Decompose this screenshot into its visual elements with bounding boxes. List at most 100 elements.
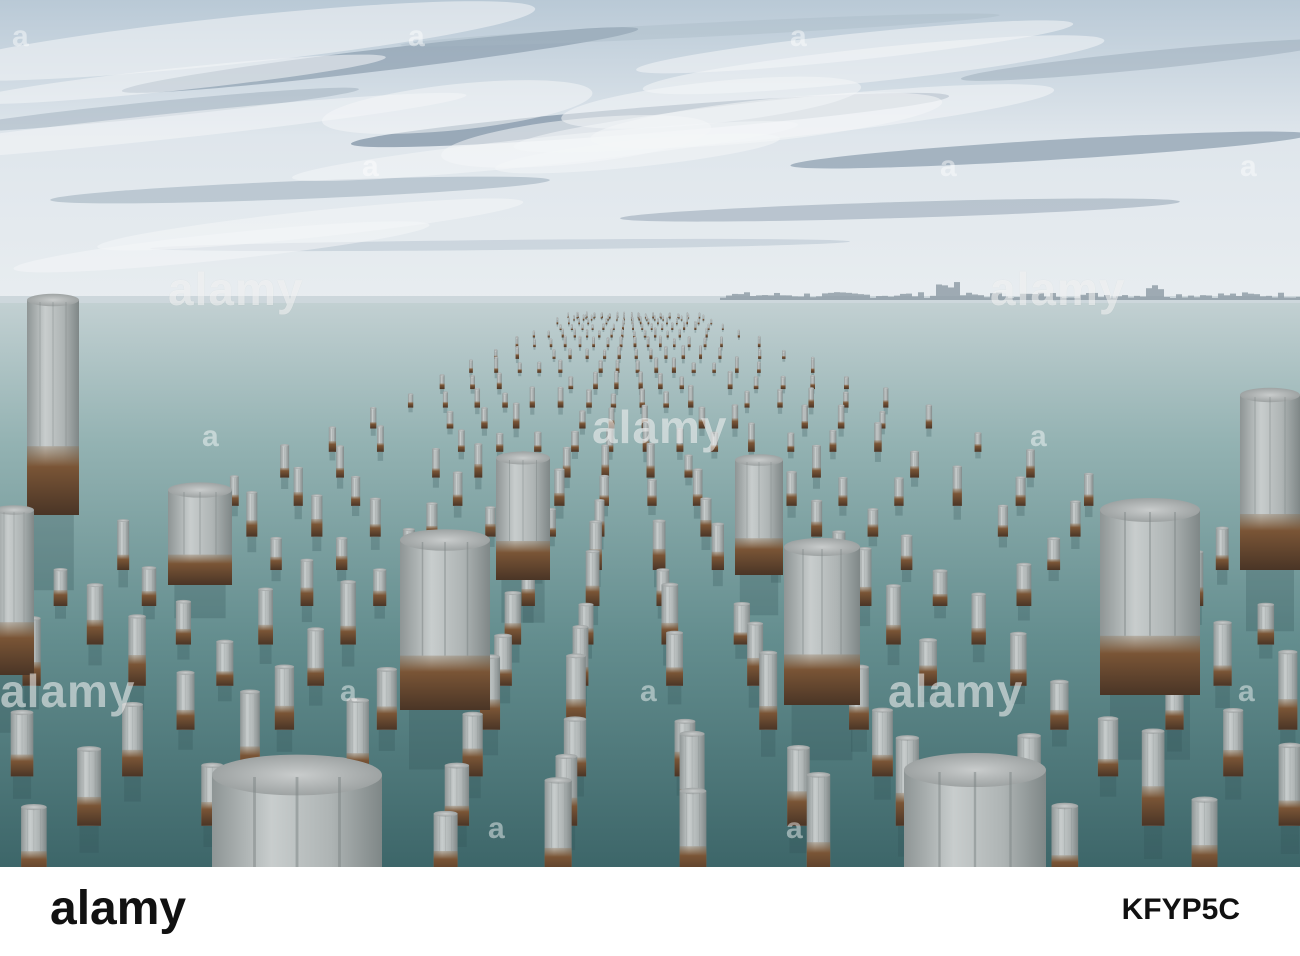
pylon-reflection (911, 477, 919, 487)
pylon-top (481, 406, 488, 409)
pylon (376, 666, 397, 730)
pylon-stain (687, 343, 691, 348)
pylon-reflection (728, 389, 733, 396)
pylon-reflection (1071, 536, 1080, 549)
pylon-top (442, 391, 448, 394)
pylon-stain (593, 316, 595, 319)
pylon-top (810, 374, 815, 377)
pylon-reflection (671, 329, 674, 333)
pylon (502, 392, 508, 408)
pylon-reflection (647, 347, 650, 351)
pylon-stain (679, 846, 707, 867)
pylon-stain (612, 328, 615, 330)
pylon (616, 315, 618, 321)
pylon-top (615, 359, 620, 362)
pylon-top (658, 372, 663, 375)
pylon-top (663, 390, 669, 393)
pylon-reflection (337, 570, 347, 582)
pylon-stain (675, 322, 678, 325)
pylon (1278, 742, 1300, 826)
pylon (556, 316, 559, 325)
pylon (707, 323, 710, 330)
pylon (280, 444, 290, 478)
pylon (1240, 387, 1300, 570)
pylon-stain (474, 401, 481, 408)
pylon (21, 804, 47, 867)
pylon-stain (1100, 635, 1200, 695)
pylon-reflection (737, 337, 740, 340)
pylon-top (694, 320, 697, 323)
pylon-reflection (712, 372, 716, 377)
pylon-top (573, 314, 575, 317)
building (912, 296, 918, 300)
pylon (838, 476, 848, 506)
pylon-stain (679, 384, 684, 390)
pylon-stain (616, 319, 618, 321)
pylon-stain (552, 356, 556, 359)
building (1170, 297, 1176, 300)
pylon (652, 311, 654, 319)
pylon-stain (654, 367, 659, 373)
pylon-stain (707, 328, 710, 330)
pylon (585, 328, 589, 338)
pylon-top (733, 601, 750, 606)
pylon-stain (328, 441, 337, 452)
pylon-top (534, 431, 542, 434)
pylon-stain (647, 321, 650, 325)
pylon-top (578, 317, 580, 320)
pylon-stain (1084, 494, 1094, 506)
pylon (300, 558, 314, 606)
pylon-reflection (681, 358, 685, 364)
pylon-reflection (124, 776, 141, 802)
pylon-stain (1070, 523, 1081, 537)
pylon (874, 421, 882, 452)
pylon-reflection (868, 536, 878, 547)
pylon-reflection (374, 605, 385, 619)
pylon-reflection (710, 324, 712, 326)
pylon-top (602, 323, 605, 326)
pylon-reflection (664, 358, 668, 364)
pylon-stain (578, 322, 580, 325)
pylon (700, 497, 712, 537)
pylon-top (654, 315, 656, 318)
pylon-top (552, 349, 556, 352)
pylon-top (757, 335, 761, 338)
pylon-stain (496, 444, 504, 452)
pylon-reflection (571, 329, 573, 332)
pylon-top (586, 311, 588, 314)
pylon-top (652, 519, 666, 523)
pylon-top (712, 362, 716, 365)
pylon (638, 313, 641, 321)
pylon-reflection (475, 407, 480, 415)
pylon (549, 338, 553, 348)
pylon (370, 406, 377, 429)
pylon-reflection (585, 358, 589, 363)
pylon (731, 404, 739, 429)
building (924, 297, 930, 300)
pylon-top (661, 582, 679, 587)
pylon-stain (175, 628, 192, 645)
pylon (777, 388, 783, 408)
pylon-reflection (563, 477, 570, 489)
pylon-stain (593, 383, 598, 390)
pylon-top (1278, 649, 1298, 655)
pylon (474, 443, 483, 478)
pylon-stain (699, 353, 703, 359)
pylon (579, 410, 586, 429)
pylon-stain (557, 400, 564, 408)
pylon-stain (784, 654, 860, 705)
pylon-top (683, 321, 686, 324)
pylon-stain (786, 493, 797, 506)
pylon-reflection (809, 407, 814, 415)
pylon-reflection (55, 605, 66, 619)
pylon-top (600, 312, 603, 315)
pylon-stain (886, 624, 901, 645)
pylon-top (650, 323, 653, 326)
pylon-top (633, 336, 637, 339)
pylon-reflection (593, 389, 598, 395)
pylon-top (787, 745, 810, 751)
pylon-top (837, 404, 845, 407)
pylon-stain (496, 382, 502, 390)
pylon-stain (658, 383, 663, 390)
pylon-stain (1051, 855, 1079, 867)
